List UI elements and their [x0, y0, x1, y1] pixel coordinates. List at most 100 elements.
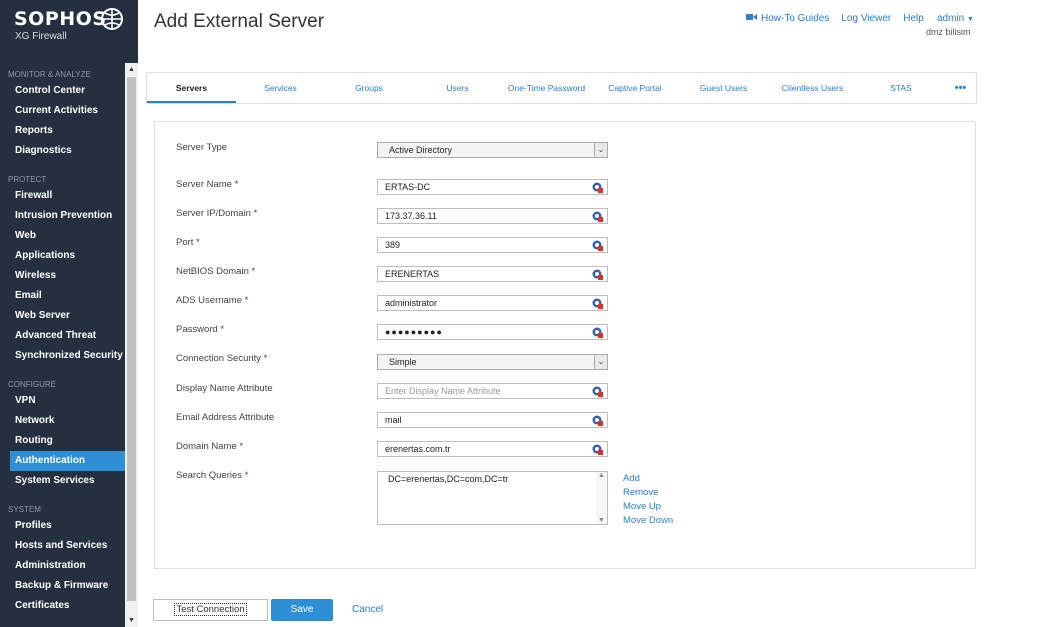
page-title: Add External Server [154, 11, 325, 32]
sophos-logo[interactable]: SOPHOS XG Firewall [14, 8, 123, 42]
connection-security-select[interactable]: Simple ⌄ [377, 354, 608, 370]
search-queries-scrollbar[interactable]: ▲ ▼ [596, 472, 607, 524]
scrollbar-thumb[interactable] [127, 77, 136, 601]
add-query-link[interactable]: Add [623, 472, 673, 486]
org-name: dmz bilisim [926, 27, 971, 37]
sidebar-item-control-center[interactable]: Control Center [0, 81, 125, 101]
field-helper-icon[interactable] [592, 211, 603, 222]
dropdown-arrow-icon[interactable]: ⌄ [594, 355, 607, 369]
sidebar-item-firewall[interactable]: Firewall [0, 186, 125, 206]
tab-one-time-password[interactable]: One-Time Password [502, 73, 591, 103]
sidebar-item-hosts-and-services[interactable]: Hosts and Services [0, 536, 125, 556]
test-connection-button[interactable]: Test Connection [153, 599, 268, 621]
sidebar-item-authentication[interactable]: Authentication [10, 451, 125, 471]
display-name-attr-input[interactable]: Enter Display Name Attribute [377, 383, 608, 399]
field-helper-icon[interactable] [592, 444, 603, 455]
howto-guides-link[interactable]: How-To Guides [746, 13, 829, 24]
move-down-query-link[interactable]: Move Down [623, 514, 673, 528]
move-up-query-link[interactable]: Move Up [623, 500, 673, 514]
netbios-domain-label: NetBIOS Domain * [176, 266, 256, 277]
display-name-attr-placeholder: Enter Display Name Attribute [385, 386, 501, 396]
sidebar-item-email[interactable]: Email [0, 286, 125, 306]
server-ip-input[interactable]: 173.37.36.11 [377, 208, 608, 224]
server-type-select[interactable]: Active Directory ⌄ [377, 142, 608, 158]
tab-captive-portal[interactable]: Captive Portal [591, 73, 679, 103]
user-name: admin [937, 13, 965, 24]
search-query-item[interactable]: DC=erenertas,DC=com,DC=tr [388, 474, 508, 484]
sidebar-item-applications[interactable]: Applications [0, 246, 125, 266]
sidebar-item-network[interactable]: Network [0, 411, 125, 431]
field-helper-icon[interactable] [592, 182, 603, 193]
search-queries-label: Search Queries * [176, 470, 249, 481]
domain-name-value: erenertas.com.tr [385, 444, 451, 454]
scroll-down-arrow-icon[interactable]: ▼ [125, 614, 138, 627]
sidebar-item-routing[interactable]: Routing [0, 431, 125, 451]
connection-security-label: Connection Security * [176, 353, 268, 364]
tab-services[interactable]: Services [236, 73, 325, 103]
search-queries-list[interactable]: DC=erenertas,DC=com,DC=tr ▲ ▼ [377, 471, 608, 525]
field-helper-icon[interactable] [592, 240, 603, 251]
domain-name-input[interactable]: erenertas.com.tr [377, 441, 608, 457]
sidebar-item-vpn[interactable]: VPN [0, 391, 125, 411]
sidebar-item-diagnostics[interactable]: Diagnostics [0, 141, 125, 161]
password-input[interactable]: ●●●●●●●●● [377, 324, 608, 340]
server-ip-value: 173.37.36.11 [385, 211, 437, 221]
remove-query-link[interactable]: Remove [623, 486, 673, 500]
sidebar-item-certificates[interactable]: Certificates [0, 596, 125, 616]
cancel-button[interactable]: Cancel [352, 604, 383, 615]
port-input[interactable]: 389 [377, 237, 608, 253]
tab-users[interactable]: Users [413, 73, 502, 103]
dropdown-arrow-icon[interactable]: ⌄ [594, 143, 607, 157]
field-helper-icon[interactable] [592, 415, 603, 426]
field-helper-icon[interactable] [592, 298, 603, 309]
sidebar-scrollbar[interactable]: ▲ ▼ [125, 63, 138, 627]
sidebar-item-web-server[interactable]: Web Server [0, 306, 125, 326]
sidebar-item-advanced-threat[interactable]: Advanced Threat [0, 326, 125, 346]
howto-guides-label: How-To Guides [761, 13, 830, 24]
email-attr-value: mail [385, 415, 402, 425]
tab-stas[interactable]: STAS [857, 73, 945, 103]
sidebar-item-web[interactable]: Web [0, 226, 125, 246]
password-value: ●●●●●●●●● [385, 327, 443, 337]
tab-guest-users[interactable]: Guest Users [679, 73, 768, 103]
server-name-input[interactable]: ERTAS-DC [377, 179, 608, 195]
save-button[interactable]: Save [271, 599, 333, 621]
tab-servers[interactable]: Servers [147, 73, 236, 103]
scroll-up-arrow-icon[interactable]: ▲ [596, 472, 607, 479]
sidebar-item-synchronized-security[interactable]: Synchronized Security [0, 346, 125, 366]
video-camera-icon [746, 14, 757, 20]
scroll-up-arrow-icon[interactable]: ▲ [125, 63, 138, 76]
nav-section-monitor: MONITOR & ANALYZE [8, 70, 91, 79]
tab-clientless-users[interactable]: Clientless Users [768, 73, 857, 103]
netbios-domain-input[interactable]: ERENERTAS [377, 266, 608, 282]
sidebar-item-system-services[interactable]: System Services [0, 471, 125, 491]
server-name-value: ERTAS-DC [385, 182, 431, 192]
email-attr-input[interactable]: mail [377, 412, 608, 428]
ads-username-input[interactable]: administrator [377, 295, 608, 311]
server-type-value: Active Directory [389, 145, 453, 155]
user-menu[interactable]: admin ▼ [937, 13, 974, 24]
search-query-actions: Add Remove Move Up Move Down [623, 472, 673, 528]
sidebar-item-profiles[interactable]: Profiles [0, 516, 125, 536]
scroll-down-arrow-icon[interactable]: ▼ [596, 517, 607, 524]
email-attr-label: Email Address Attribute [176, 412, 275, 423]
sidebar-item-current-activities[interactable]: Current Activities [0, 101, 125, 121]
field-helper-icon[interactable] [592, 269, 603, 280]
server-ip-label: Server IP/Domain * [176, 208, 258, 219]
sidebar-item-reports[interactable]: Reports [0, 121, 125, 141]
netbios-domain-value: ERENERTAS [385, 269, 440, 279]
log-viewer-link[interactable]: Log Viewer [841, 13, 891, 24]
sidebar-item-intrusion-prevention[interactable]: Intrusion Prevention [0, 206, 125, 226]
product-name: XG Firewall [15, 31, 67, 42]
tab-groups[interactable]: Groups [325, 73, 413, 103]
caret-down-icon: ▼ [967, 16, 974, 23]
help-link[interactable]: Help [903, 13, 924, 24]
field-helper-icon[interactable] [592, 327, 603, 338]
field-helper-icon[interactable] [592, 386, 603, 397]
more-tabs-icon[interactable]: ••• [945, 73, 976, 103]
connection-security-value: Simple [389, 357, 417, 367]
test-connection-label: Test Connection [174, 603, 247, 616]
sidebar-item-administration[interactable]: Administration [0, 556, 125, 576]
sidebar-item-backup-firmware[interactable]: Backup & Firmware [0, 576, 125, 596]
sidebar-item-wireless[interactable]: Wireless [0, 266, 125, 286]
